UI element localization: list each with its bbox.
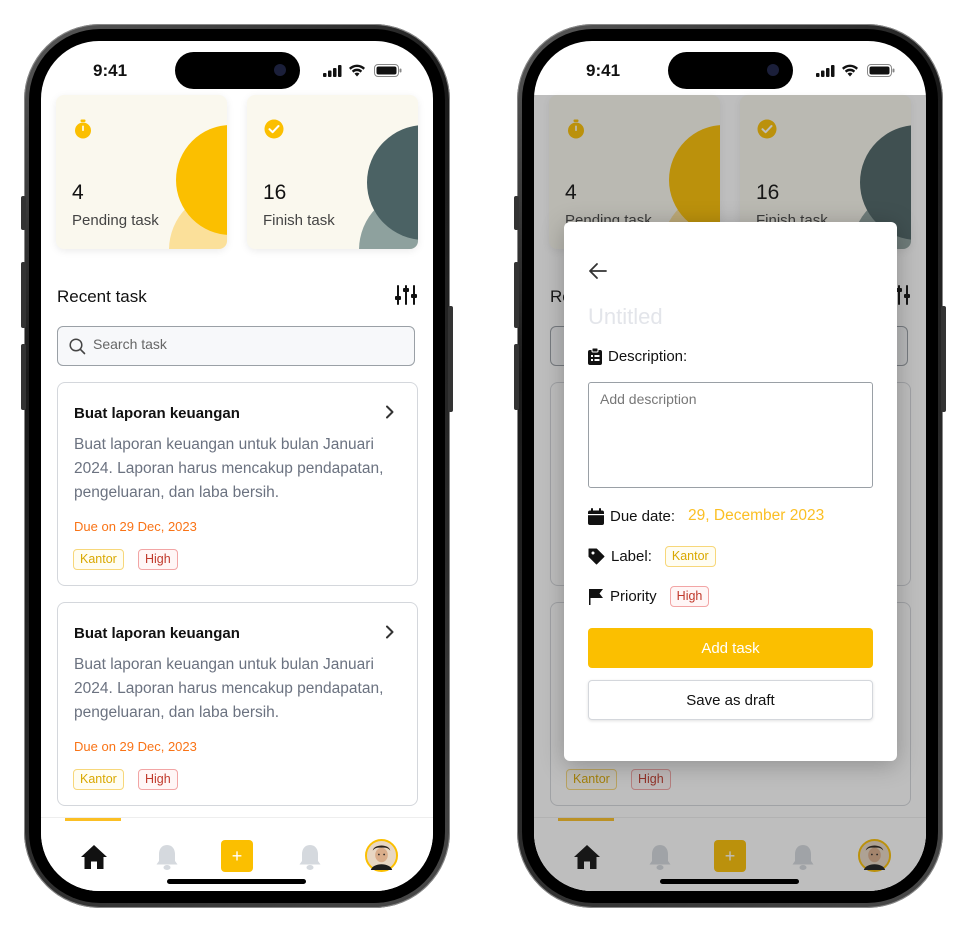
- tag-icon: [588, 548, 605, 565]
- status-bar: 9:41: [41, 41, 433, 97]
- description-row: Description:: [588, 348, 687, 365]
- label-badge: Kantor: [73, 549, 124, 570]
- description-label: Description:: [608, 348, 688, 365]
- stopwatch-icon: [75, 119, 91, 139]
- calendar-icon: [588, 507, 604, 525]
- check-circle-icon: [264, 119, 284, 139]
- bell-icon[interactable]: [152, 842, 182, 872]
- wifi-icon: [842, 64, 858, 77]
- label-row: Label: Kantor: [588, 546, 716, 567]
- add-task-modal: Description: Due date: 29, December 2023…: [564, 222, 897, 761]
- task-description: Buat laporan keuangan untuk bulan Januar…: [74, 436, 384, 501]
- task-card[interactable]: Buat laporan keuangan Buat laporan keuan…: [57, 382, 418, 586]
- screen-add-task: 9:41 4 Pending task 16 Finish task Kanto…: [534, 41, 926, 891]
- status-bar: 9:41: [534, 41, 926, 97]
- home-icon[interactable]: [79, 842, 109, 872]
- signal-icon: [816, 65, 835, 77]
- task-due-date: Due on 29 Dec, 2023: [74, 519, 197, 534]
- flag-icon: [589, 589, 603, 605]
- task-due-date: Due on 29 Dec, 2023: [74, 739, 197, 754]
- bell-icon[interactable]: [295, 842, 325, 872]
- screen-home: 9:41 4 Pending task 16 Finish task Recen…: [41, 41, 433, 891]
- label-label: Label:: [611, 548, 652, 565]
- add-task-button[interactable]: +: [221, 840, 253, 872]
- label-badge: Kantor: [73, 769, 124, 790]
- battery-icon: [374, 64, 402, 77]
- due-date-label: Due date:: [610, 507, 676, 525]
- recent-task-heading: Recent task: [57, 287, 147, 306]
- status-time: 9:41: [93, 61, 128, 80]
- home-indicator: [167, 879, 306, 884]
- status-time: 9:41: [586, 61, 621, 80]
- label-badge[interactable]: Kantor: [664, 546, 716, 567]
- search-input[interactable]: [93, 336, 393, 352]
- task-card[interactable]: Buat laporan keuangan Buat laporan keuan…: [57, 602, 418, 806]
- finish-task-label: Finish task: [263, 212, 335, 229]
- task-title-input[interactable]: [588, 304, 868, 330]
- dynamic-island: [175, 52, 300, 89]
- due-date-row[interactable]: Due date: 29, December 2023: [588, 507, 824, 525]
- task-title: Buat laporan keuangan: [74, 405, 240, 422]
- nav-active-indicator: [65, 818, 121, 821]
- priority-badge[interactable]: High: [669, 586, 710, 607]
- search-icon: [69, 338, 86, 355]
- chevron-right-icon[interactable]: [383, 625, 397, 639]
- arrow-left-icon[interactable]: [588, 262, 608, 280]
- search-task-field[interactable]: [57, 326, 415, 366]
- battery-icon: [867, 64, 895, 77]
- wifi-icon: [349, 64, 365, 77]
- description-input[interactable]: [588, 382, 873, 488]
- phone-frame-left: 9:41 4 Pending task 16 Finish task Recen…: [21, 24, 453, 908]
- phone-frame-right: 9:41 4 Pending task 16 Finish task Kanto…: [514, 24, 946, 908]
- avatar[interactable]: [365, 839, 398, 872]
- pending-task-count: 4: [72, 181, 84, 204]
- priority-badge: High: [138, 549, 178, 570]
- home-indicator: [660, 879, 799, 884]
- save-as-draft-button[interactable]: Save as draft: [588, 680, 873, 720]
- filter-icon[interactable]: [395, 285, 417, 305]
- priority-label: Priority: [610, 588, 657, 605]
- priority-row: Priority High: [588, 586, 710, 607]
- clipboard-icon: [588, 348, 602, 365]
- chevron-right-icon[interactable]: [383, 405, 397, 419]
- finish-task-count: 16: [263, 181, 287, 204]
- finish-task-card[interactable]: 16 Finish task: [247, 95, 418, 249]
- dynamic-island: [668, 52, 793, 89]
- pending-task-card[interactable]: 4 Pending task: [56, 95, 227, 249]
- task-title: Buat laporan keuangan: [74, 625, 240, 642]
- due-date-value[interactable]: 29, December 2023: [688, 507, 824, 525]
- pending-task-label: Pending task: [72, 212, 159, 229]
- add-task-button[interactable]: Add task: [588, 628, 873, 668]
- signal-icon: [323, 65, 342, 77]
- task-description: Buat laporan keuangan untuk bulan Januar…: [74, 656, 384, 721]
- priority-badge: High: [138, 769, 178, 790]
